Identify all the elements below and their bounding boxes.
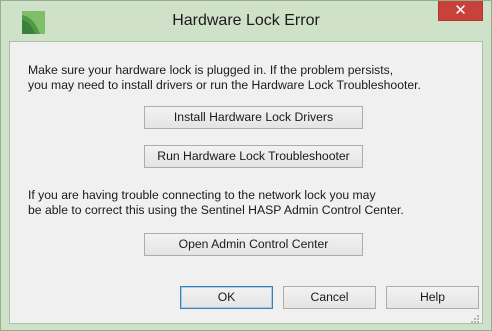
open-admin-center-button[interactable]: Open Admin Control Center	[144, 233, 363, 256]
network-message-line: If you are having trouble connecting to …	[28, 188, 376, 202]
title-bar[interactable]: Hardware Lock Error ✕	[1, 1, 491, 41]
resize-grip-icon[interactable]	[470, 311, 480, 323]
close-icon: ✕	[454, 1, 467, 19]
window-title: Hardware Lock Error	[172, 12, 320, 29]
message-line: Make sure your hardware lock is plugged …	[28, 63, 394, 77]
install-drivers-button[interactable]: Install Hardware Lock Drivers	[144, 106, 363, 129]
message-line: you may need to install drivers or run t…	[28, 78, 421, 92]
cancel-button[interactable]: Cancel	[283, 286, 376, 309]
dialog-window: Hardware Lock Error ✕ Make sure your har…	[0, 0, 492, 331]
ok-button[interactable]: OK	[180, 286, 273, 309]
close-button[interactable]: ✕	[438, 1, 483, 21]
dialog-content: Make sure your hardware lock is plugged …	[9, 41, 483, 324]
run-troubleshooter-button[interactable]: Run Hardware Lock Troubleshooter	[144, 145, 363, 168]
help-button[interactable]: Help	[386, 286, 479, 309]
network-message-line: be able to correct this using the Sentin…	[28, 203, 404, 217]
